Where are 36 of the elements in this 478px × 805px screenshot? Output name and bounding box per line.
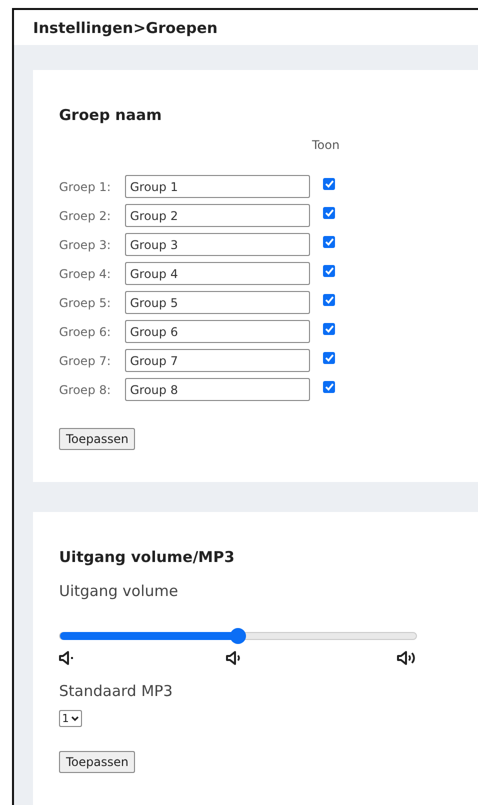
show-checkbox[interactable] (323, 236, 335, 248)
group-label: Groep 3: (59, 238, 112, 252)
group-name-field[interactable]: Group 6 (125, 320, 310, 343)
group-name-field[interactable]: Group 3 (125, 233, 310, 256)
group-label: Groep 1: (59, 180, 112, 194)
card-title: Groep naam (59, 106, 163, 124)
apply-button[interactable]: Toepassen (59, 751, 136, 773)
group-label: Groep 7: (59, 354, 112, 368)
slider-thumb[interactable] (230, 628, 246, 644)
group-name-field[interactable]: Group 1 (125, 175, 310, 198)
caret-icon (71, 716, 79, 722)
card-title: Uitgang volume/MP3 (59, 548, 236, 566)
show-checkbox[interactable] (323, 322, 335, 334)
group-name-field[interactable]: Group 4 (125, 262, 310, 285)
group-label: Groep 2: (59, 208, 112, 222)
group-label: Groep 6: (59, 324, 112, 338)
show-checkbox[interactable] (323, 352, 335, 364)
group-name-field[interactable]: Group 7 (125, 349, 310, 372)
show-checkbox[interactable] (323, 294, 335, 306)
group-name-field[interactable]: Group 2 (125, 204, 310, 227)
speaker-low-icon (59, 650, 75, 666)
show-checkbox[interactable] (323, 206, 335, 218)
column-heading: Toon (312, 138, 341, 152)
show-checkbox[interactable] (323, 178, 335, 190)
group-label: Groep 8: (59, 382, 112, 396)
group-label: Groep 4: (59, 266, 112, 280)
show-checkbox[interactable] (323, 380, 335, 392)
mp3-select[interactable]: 1 (59, 710, 82, 727)
page-title: Instellingen>Groepen (33, 18, 218, 36)
mp3-label: Standaard MP3 (59, 682, 174, 700)
apply-button[interactable]: Toepassen (59, 428, 136, 450)
group-name-field[interactable]: Group 5 (125, 291, 310, 314)
group-label: Groep 5: (59, 296, 112, 310)
volume-label: Uitgang volume (59, 582, 180, 600)
show-checkbox[interactable] (323, 264, 335, 276)
group-name-field[interactable]: Group 8 (125, 378, 310, 401)
